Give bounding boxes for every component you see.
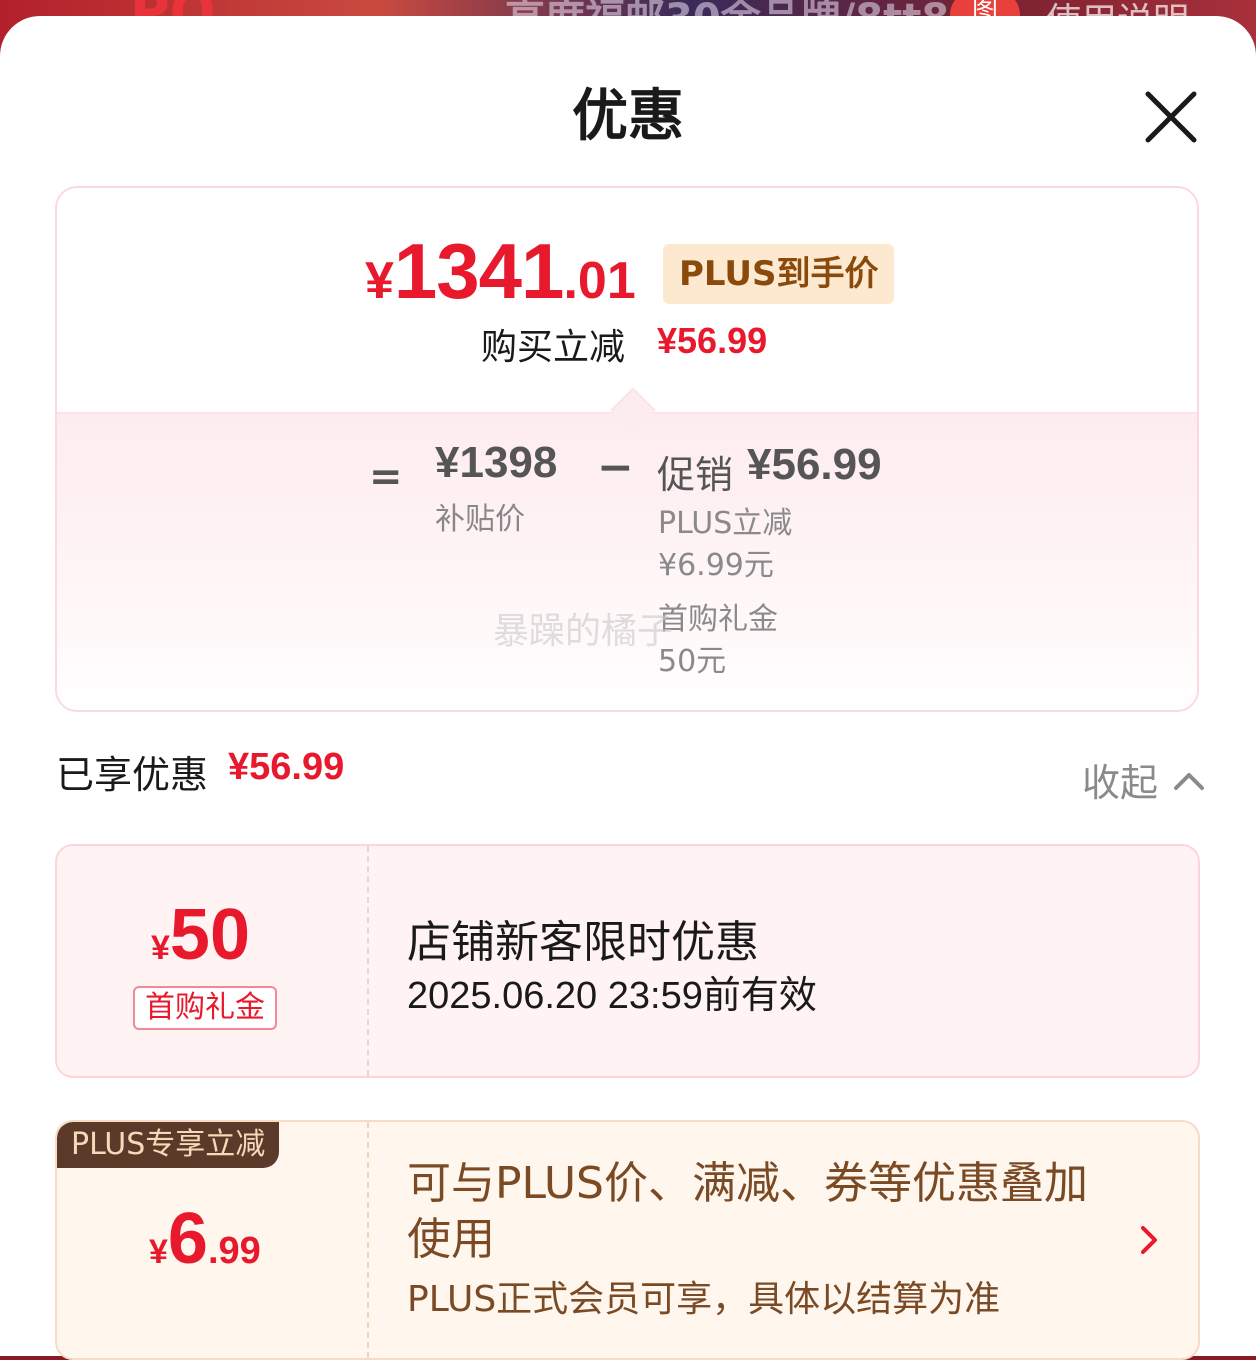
buy-reduce-label: 购买立减 <box>481 327 626 368</box>
chevron-right-icon[interactable] <box>1135 1218 1163 1262</box>
close-icon[interactable] <box>1140 86 1202 148</box>
promo-detail-line: 首购礼金 <box>658 602 778 637</box>
coupon-subtitle: PLUS正式会员可享，具体以结算为准 <box>407 1279 1001 1320</box>
coupon-amount-integer: 6 <box>167 1199 208 1279</box>
collapse-button[interactable]: 收起 <box>1082 752 1158 807</box>
promo-label: 促销 <box>657 453 734 497</box>
chevron-up-icon[interactable] <box>1172 768 1206 792</box>
coupon-amount-value: 50 <box>169 895 251 975</box>
enjoyed-discount-label: 已享优惠 <box>56 753 209 797</box>
coupon-currency: ¥ <box>151 929 170 967</box>
coupon-type-tag: 首购礼金 <box>133 986 277 1030</box>
final-price-decimal: .01 <box>563 252 636 310</box>
plus-exclusive-coupon[interactable]: PLUS专享立减 ¥6.99 可与PLUS价、满减、券等优惠叠加使用 PLUS正… <box>55 1120 1200 1360</box>
price-summary-card: ¥1341.01 PLUS到手价 购买立减 ¥56.99 = ¥1398 补贴价… <box>55 186 1199 712</box>
coupon-amount: ¥50 <box>151 894 250 976</box>
final-price: ¥1341.01 <box>365 226 636 317</box>
plus-price-tag: PLUS到手价 <box>663 244 895 304</box>
plus-exclusive-badge: PLUS专享立减 <box>57 1122 280 1168</box>
coupon-validity: 2025.06.20 23:59前有效 <box>407 975 817 1017</box>
promo-detail-line: PLUS立减 <box>658 506 793 541</box>
coupon-divider <box>367 1122 369 1358</box>
equals-sign: = <box>369 454 403 500</box>
buy-reduce-value: ¥56.99 <box>657 320 768 361</box>
promo-value: ¥56.99 <box>747 440 882 489</box>
coupon-amount: ¥6.99 <box>149 1198 261 1280</box>
coupon-title: 可与PLUS价、满减、券等优惠叠加使用 <box>407 1158 1088 1265</box>
minus-sign: − <box>597 442 634 493</box>
subsidy-price: ¥1398 <box>435 438 558 487</box>
sheet-title: 优惠 <box>572 84 684 149</box>
enjoyed-discount-value: ¥56.99 <box>228 746 345 788</box>
subsidy-price-label: 补贴价 <box>435 502 525 537</box>
user-watermark: 暴躁的橘子 <box>493 611 674 652</box>
coupon-divider <box>367 846 369 1076</box>
final-price-currency: ¥ <box>365 252 394 310</box>
promo-detail-line: ¥6.99元 <box>658 548 774 583</box>
first-purchase-coupon[interactable]: ¥50 首购礼金 店铺新客限时优惠 2025.06.20 23:59前有效 <box>55 844 1200 1078</box>
coupon-amount-decimal: .99 <box>207 1230 261 1272</box>
final-price-integer: 1341 <box>393 227 565 315</box>
coupon-currency: ¥ <box>149 1233 168 1271</box>
coupon-title: 店铺新客限时优惠 <box>407 917 759 968</box>
